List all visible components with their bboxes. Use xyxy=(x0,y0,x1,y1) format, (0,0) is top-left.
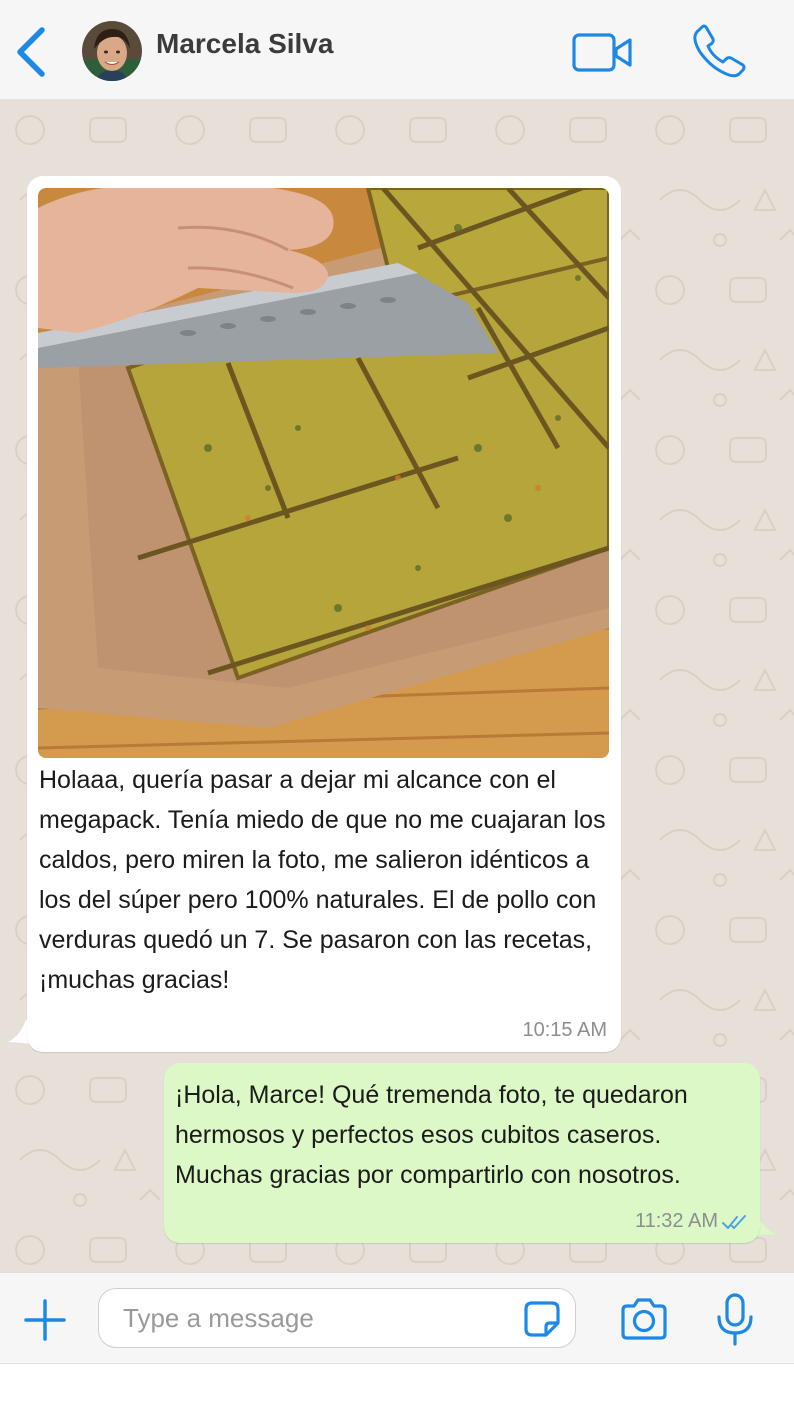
video-camera-icon xyxy=(572,33,632,72)
plus-icon xyxy=(24,1299,66,1341)
sticker-button[interactable] xyxy=(522,1299,562,1339)
attach-button[interactable] xyxy=(22,1297,68,1343)
video-call-button[interactable] xyxy=(571,32,635,74)
avatar-image xyxy=(82,21,142,81)
contact-name[interactable]: Marcela Silva xyxy=(156,28,333,60)
outgoing-message[interactable]: ¡Hola, Marce! Qué tremenda foto, te qued… xyxy=(164,1063,760,1243)
incoming-message[interactable]: Holaaa, quería pasar a dejar mi alcance … xyxy=(27,176,621,1052)
message-photo[interactable] xyxy=(38,188,609,758)
message-input[interactable] xyxy=(98,1288,576,1348)
microphone-icon xyxy=(717,1293,753,1346)
food-photo xyxy=(38,188,609,758)
avatar[interactable] xyxy=(82,21,142,81)
microphone-button[interactable] xyxy=(712,1292,758,1348)
message-timestamp: 10:15 AM xyxy=(522,1019,607,1041)
message-timestamp-group: 11:32 AM xyxy=(635,1210,748,1233)
camera-button[interactable] xyxy=(618,1296,670,1342)
double-check-icon xyxy=(722,1214,746,1229)
sticker-icon xyxy=(524,1301,560,1337)
message-timestamp: 11:32 AM xyxy=(634,1210,718,1232)
camera-icon xyxy=(621,1298,667,1340)
phone-icon xyxy=(693,24,746,78)
back-button[interactable] xyxy=(10,22,54,82)
voice-call-button[interactable] xyxy=(690,22,748,80)
chat-header: Marcela Silva xyxy=(0,0,794,100)
composer-bar xyxy=(0,1272,794,1364)
bottom-safe-area xyxy=(0,1364,794,1412)
message-text: ¡Hola, Marce! Qué tremenda foto, te qued… xyxy=(175,1081,688,1189)
chat-area[interactable]: Holaaa, quería pasar a dejar mi alcance … xyxy=(0,100,794,1272)
message-text: Holaaa, quería pasar a dejar mi alcance … xyxy=(39,766,606,994)
chevron-left-icon xyxy=(17,27,45,77)
